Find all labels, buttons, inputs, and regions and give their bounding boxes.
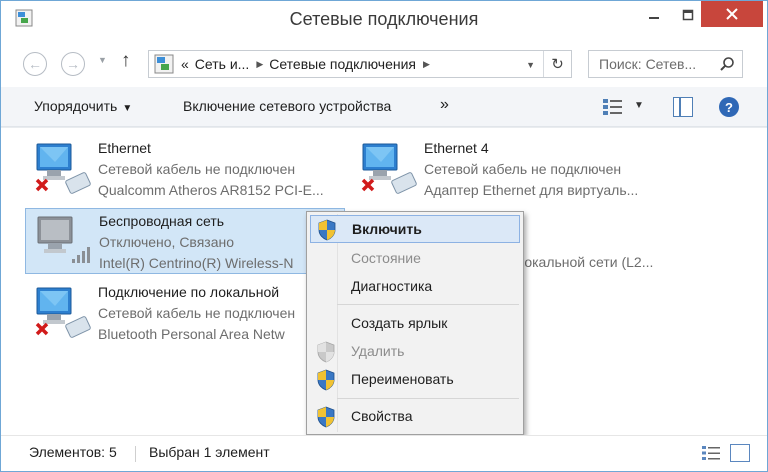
command-bar: Упорядочить ▼ Включение сетевого устройст… xyxy=(1,87,767,127)
menu-label: Диагностика xyxy=(351,278,433,294)
menu-separator xyxy=(337,304,519,305)
uac-shield-icon xyxy=(317,406,335,428)
connection-status: Сетевой кабель не подключен xyxy=(98,161,296,177)
address-bar[interactable]: « Сеть и... ▶ Сетевые подключения ▶ ▼ ↻ xyxy=(148,50,572,78)
maximize-icon xyxy=(682,9,694,21)
breadcrumb-network-connections[interactable]: Сетевые подключения xyxy=(269,56,416,72)
arrow-left-icon: ← xyxy=(28,56,42,72)
recent-locations-dropdown[interactable]: ▼ xyxy=(98,55,107,65)
connection-name: Ethernet xyxy=(98,140,151,156)
breadcrumb-overflow[interactable]: « xyxy=(181,56,189,72)
wireless-adapter-disabled-icon xyxy=(37,216,90,263)
network-adapter-disconnected-icon xyxy=(361,143,417,194)
connection-ethernet-4[interactable]: Ethernet 4 Сетевой кабель не подключен А… xyxy=(351,136,671,202)
menu-label: Создать ярлык xyxy=(351,315,448,331)
menu-label: Включить xyxy=(352,221,422,237)
forward-button[interactable]: → xyxy=(61,52,85,76)
search-input[interactable]: Поиск: Сетев... xyxy=(589,56,716,72)
organize-button[interactable]: Упорядочить ▼ xyxy=(34,98,132,114)
menu-label: Состояние xyxy=(351,250,421,266)
details-view-icon[interactable] xyxy=(701,444,721,462)
menu-label: Свойства xyxy=(351,408,413,424)
menu-item-rename[interactable]: Переименовать xyxy=(310,366,520,394)
connection-status: Сетевой кабель не подключен xyxy=(424,161,622,177)
up-button[interactable]: ↑ xyxy=(121,50,131,72)
selection-count: Выбран 1 элемент xyxy=(149,444,270,460)
menu-label: Переименовать xyxy=(351,371,454,387)
connection-wireless[interactable]: Беспроводная сеть Отключено, Связано Int… xyxy=(25,208,345,274)
chevron-right-icon[interactable]: ▶ xyxy=(423,59,430,70)
connection-text: Ethernet Сетевой кабель не подключен Qua… xyxy=(98,138,324,201)
control-panel-icon xyxy=(154,54,174,74)
explorer-window: Сетевые подключения ← → ▼ ↑ « Сеть и... … xyxy=(0,0,768,472)
item-count: Элементов: 5 xyxy=(29,444,117,460)
view-options-dropdown[interactable]: ▼ xyxy=(634,100,644,111)
context-menu: Включить Состояние Диагностика Создать я… xyxy=(306,211,524,435)
maximize-button[interactable] xyxy=(671,1,705,29)
back-button[interactable]: ← xyxy=(23,52,47,76)
connection-ethernet[interactable]: Ethernet Сетевой кабель не подключен Qua… xyxy=(25,136,345,202)
navigation-bar: ← → ▼ ↑ « Сеть и... ▶ Сетевые подключени… xyxy=(1,39,767,87)
address-dropdown[interactable]: ▼ xyxy=(526,60,535,70)
organize-label: Упорядочить xyxy=(34,98,118,114)
uac-shield-icon xyxy=(317,369,335,391)
arrow-right-icon: → xyxy=(66,56,80,72)
more-commands-button[interactable]: » xyxy=(440,96,449,114)
close-icon xyxy=(726,8,738,20)
connection-device: локальной сети (L2... xyxy=(516,254,654,270)
uac-shield-icon xyxy=(317,341,335,363)
enable-device-button[interactable]: Включение сетевого устройства xyxy=(183,98,391,114)
search-icon[interactable] xyxy=(716,53,738,75)
connection-text: Подключение по локальной Сетевой кабель … xyxy=(98,282,304,345)
chevron-right-icon[interactable]: ▶ xyxy=(256,59,263,70)
chevron-down-icon: ▼ xyxy=(122,103,133,114)
menu-item-properties[interactable]: Свойства xyxy=(310,403,520,431)
minimize-icon xyxy=(649,17,659,19)
refresh-icon: ↻ xyxy=(551,56,564,73)
connection-local-area[interactable]: Подключение по локальной Сетевой кабель … xyxy=(25,280,345,346)
search-box[interactable]: Поиск: Сетев... xyxy=(588,50,743,78)
connection-text: Ethernet 4 Сетевой кабель не подключен А… xyxy=(424,138,638,201)
connection-status: Сетевой кабель не подключен xyxy=(98,305,296,321)
connection-device: Bluetooth Personal Area Netw xyxy=(98,326,285,342)
connection-name: Ethernet 4 xyxy=(424,140,489,156)
arrow-up-icon: ↑ xyxy=(121,50,131,71)
status-divider xyxy=(135,446,136,462)
close-button[interactable] xyxy=(701,1,763,27)
connection-device: Адаптер Ethernet для виртуаль... xyxy=(424,182,639,198)
menu-separator xyxy=(337,398,519,399)
network-adapter-disconnected-icon xyxy=(35,143,91,194)
uac-shield-icon xyxy=(318,219,336,241)
change-view-icon[interactable] xyxy=(602,97,624,117)
status-bar: Элементов: 5 Выбран 1 элемент xyxy=(1,435,767,471)
connection-text: локальной сети (L2... xyxy=(516,252,653,273)
preview-pane-icon[interactable] xyxy=(673,97,693,117)
menu-label: Удалить xyxy=(351,343,405,359)
menu-item-diagnose[interactable]: Диагностика xyxy=(310,273,520,301)
network-adapter-disconnected-icon xyxy=(35,287,91,338)
large-icons-view-icon[interactable] xyxy=(730,444,750,462)
menu-item-enable[interactable]: Включить xyxy=(310,215,520,243)
title-bar[interactable]: Сетевые подключения xyxy=(1,1,767,39)
minimize-button[interactable] xyxy=(637,1,671,29)
connection-name: Подключение по локальной xyxy=(98,284,280,300)
menu-item-delete[interactable]: Удалить xyxy=(310,338,520,366)
connection-device: Qualcomm Atheros AR8152 PCI-E... xyxy=(98,182,324,198)
refresh-button[interactable]: ↻ xyxy=(543,51,571,77)
help-icon[interactable]: ? xyxy=(719,97,739,117)
menu-item-status[interactable]: Состояние xyxy=(310,245,520,273)
menu-item-create-shortcut[interactable]: Создать ярлык xyxy=(310,310,520,338)
breadcrumb-network[interactable]: Сеть и... xyxy=(195,56,250,72)
